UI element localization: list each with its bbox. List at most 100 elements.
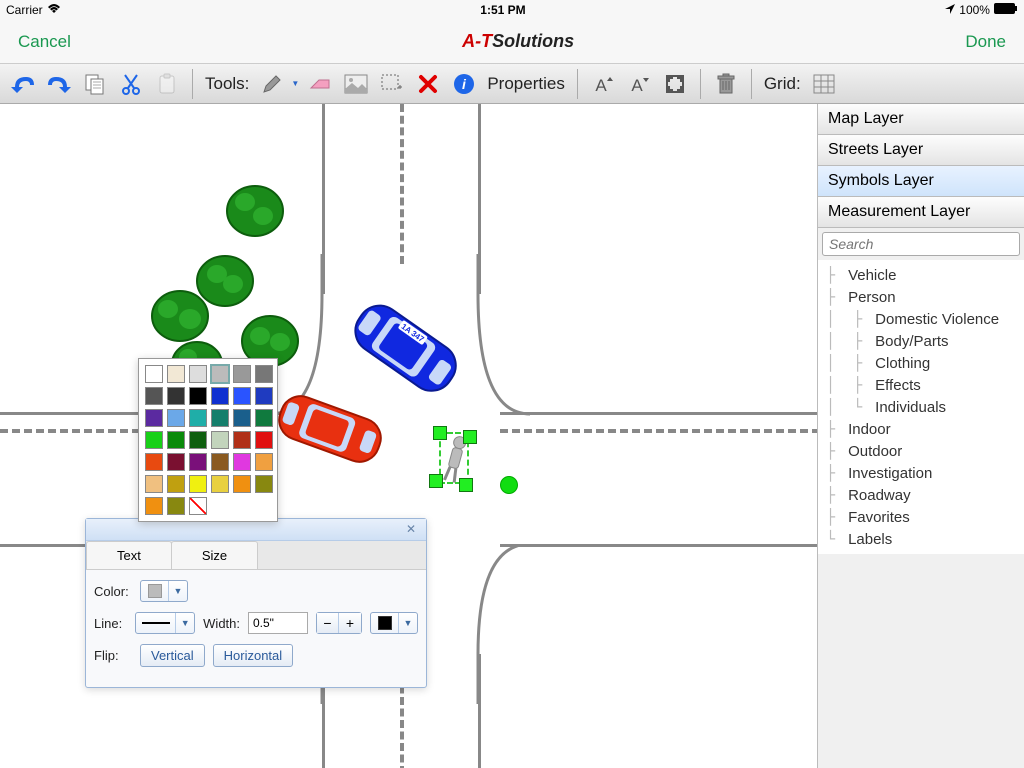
layer-symbols[interactable]: Symbols Layer bbox=[818, 166, 1024, 197]
palette-swatch[interactable] bbox=[167, 475, 185, 493]
tree-favorites[interactable]: ├ Favorites bbox=[826, 506, 1016, 528]
tab-size[interactable]: Size bbox=[171, 541, 258, 569]
layer-measurement[interactable]: Measurement Layer bbox=[818, 197, 1024, 228]
width-input[interactable] bbox=[248, 612, 308, 634]
color-label: Color: bbox=[94, 584, 132, 599]
palette-swatch[interactable] bbox=[167, 365, 185, 383]
tree-body[interactable]: │ ├ Body/Parts bbox=[826, 330, 1016, 352]
layer-streets[interactable]: Streets Layer bbox=[818, 135, 1024, 166]
palette-swatch[interactable] bbox=[189, 431, 207, 449]
palette-swatch[interactable] bbox=[211, 387, 229, 405]
tree-person[interactable]: ├ Person bbox=[826, 286, 1016, 308]
properties-label[interactable]: Properties bbox=[485, 74, 566, 94]
layer-map[interactable]: Map Layer bbox=[818, 104, 1024, 135]
tree-domestic[interactable]: │ ├ Domestic Violence bbox=[826, 308, 1016, 330]
tree-investigation[interactable]: ├ Investigation bbox=[826, 462, 1016, 484]
palette-swatch[interactable] bbox=[189, 453, 207, 471]
trash-button[interactable] bbox=[711, 69, 741, 99]
palette-swatch[interactable] bbox=[233, 431, 251, 449]
done-button[interactable]: Done bbox=[965, 32, 1006, 52]
palette-swatch[interactable] bbox=[255, 365, 273, 383]
marker-dot[interactable] bbox=[500, 476, 518, 494]
palette-swatch[interactable] bbox=[145, 387, 163, 405]
flip-horizontal-button[interactable]: Horizontal bbox=[213, 644, 294, 667]
cancel-button[interactable]: Cancel bbox=[18, 32, 71, 52]
palette-swatch[interactable] bbox=[255, 387, 273, 405]
search-input[interactable] bbox=[822, 232, 1020, 256]
color-combo[interactable]: ▼ bbox=[140, 580, 188, 602]
decrement-button[interactable]: − bbox=[317, 613, 339, 633]
palette-swatch[interactable] bbox=[167, 431, 185, 449]
undo-button[interactable] bbox=[8, 69, 38, 99]
grid-toggle[interactable] bbox=[809, 69, 839, 99]
palette-swatch[interactable] bbox=[233, 475, 251, 493]
resize-handle-tl[interactable] bbox=[433, 426, 447, 440]
palette-no-color[interactable] bbox=[189, 497, 207, 515]
palette-swatch[interactable] bbox=[167, 453, 185, 471]
palette-swatch[interactable] bbox=[233, 453, 251, 471]
palette-swatch[interactable] bbox=[189, 475, 207, 493]
palette-swatch[interactable] bbox=[233, 365, 251, 383]
palette-swatch[interactable] bbox=[211, 453, 229, 471]
tree-indoor[interactable]: ├ Indoor bbox=[826, 418, 1016, 440]
palette-swatch[interactable] bbox=[145, 431, 163, 449]
palette-swatch[interactable] bbox=[145, 365, 163, 383]
palette-swatch[interactable] bbox=[255, 453, 273, 471]
resize-handle-br[interactable] bbox=[459, 478, 473, 492]
tree-roadway[interactable]: ├ Roadway bbox=[826, 484, 1016, 506]
line-color-combo[interactable]: ▼ bbox=[370, 612, 418, 634]
tree-individuals[interactable]: │ └ Individuals bbox=[826, 396, 1016, 418]
font-decrease-button[interactable]: A bbox=[624, 69, 654, 99]
tree-vehicle[interactable]: ├ Vehicle bbox=[826, 264, 1016, 286]
eraser-tool[interactable] bbox=[305, 69, 335, 99]
info-button[interactable]: i bbox=[449, 69, 479, 99]
palette-swatch[interactable] bbox=[167, 409, 185, 427]
drawing-canvas[interactable]: 1A 347 ✕ Text Size Color: bbox=[0, 104, 818, 768]
palette-swatch[interactable] bbox=[145, 453, 163, 471]
resize-handle-bl[interactable] bbox=[429, 474, 443, 488]
properties-titlebar[interactable]: ✕ bbox=[86, 519, 426, 541]
marquee-tool[interactable] bbox=[377, 69, 407, 99]
pencil-tool[interactable] bbox=[257, 69, 287, 99]
palette-swatch[interactable] bbox=[145, 497, 163, 515]
tree-outdoor[interactable]: ├ Outdoor bbox=[826, 440, 1016, 462]
palette-swatch[interactable] bbox=[145, 409, 163, 427]
palette-swatch[interactable] bbox=[255, 475, 273, 493]
close-icon[interactable]: ✕ bbox=[406, 522, 420, 536]
palette-swatch[interactable] bbox=[255, 431, 273, 449]
layers-sidebar: Map Layer Streets Layer Symbols Layer Me… bbox=[818, 104, 1024, 768]
font-increase-button[interactable]: A bbox=[588, 69, 618, 99]
palette-swatch[interactable] bbox=[255, 409, 273, 427]
palette-swatch[interactable] bbox=[233, 409, 251, 427]
palette-swatch[interactable] bbox=[211, 431, 229, 449]
palette-swatch[interactable] bbox=[189, 387, 207, 405]
chevron-down-icon[interactable]: ▼ bbox=[291, 79, 299, 88]
palette-swatch[interactable] bbox=[189, 365, 207, 383]
paste-button[interactable] bbox=[152, 69, 182, 99]
palette-swatch[interactable] bbox=[145, 475, 163, 493]
flip-vertical-button[interactable]: Vertical bbox=[140, 644, 205, 667]
tree-effects[interactable]: │ ├ Effects bbox=[826, 374, 1016, 396]
copy-button[interactable] bbox=[80, 69, 110, 99]
palette-swatch[interactable] bbox=[167, 387, 185, 405]
palette-swatch[interactable] bbox=[233, 387, 251, 405]
increment-button[interactable]: + bbox=[339, 613, 361, 633]
image-tool[interactable] bbox=[341, 69, 371, 99]
palette-swatch[interactable] bbox=[211, 475, 229, 493]
width-stepper[interactable]: −+ bbox=[316, 612, 362, 634]
cut-button[interactable] bbox=[116, 69, 146, 99]
vehicle-red[interactable] bbox=[270, 379, 390, 479]
line-style-combo[interactable]: ▼ bbox=[135, 612, 195, 634]
tree-clothing[interactable]: │ ├ Clothing bbox=[826, 352, 1016, 374]
palette-swatch[interactable] bbox=[211, 365, 229, 383]
tree-labels[interactable]: └ Labels bbox=[826, 528, 1016, 550]
redo-button[interactable] bbox=[44, 69, 74, 99]
resize-handle-tr[interactable] bbox=[463, 430, 477, 444]
delete-button[interactable] bbox=[413, 69, 443, 99]
tab-text[interactable]: Text bbox=[86, 541, 172, 569]
palette-swatch[interactable] bbox=[189, 409, 207, 427]
tools-label: Tools: bbox=[203, 74, 251, 94]
palette-swatch[interactable] bbox=[167, 497, 185, 515]
palette-swatch[interactable] bbox=[211, 409, 229, 427]
fullscreen-button[interactable] bbox=[660, 69, 690, 99]
